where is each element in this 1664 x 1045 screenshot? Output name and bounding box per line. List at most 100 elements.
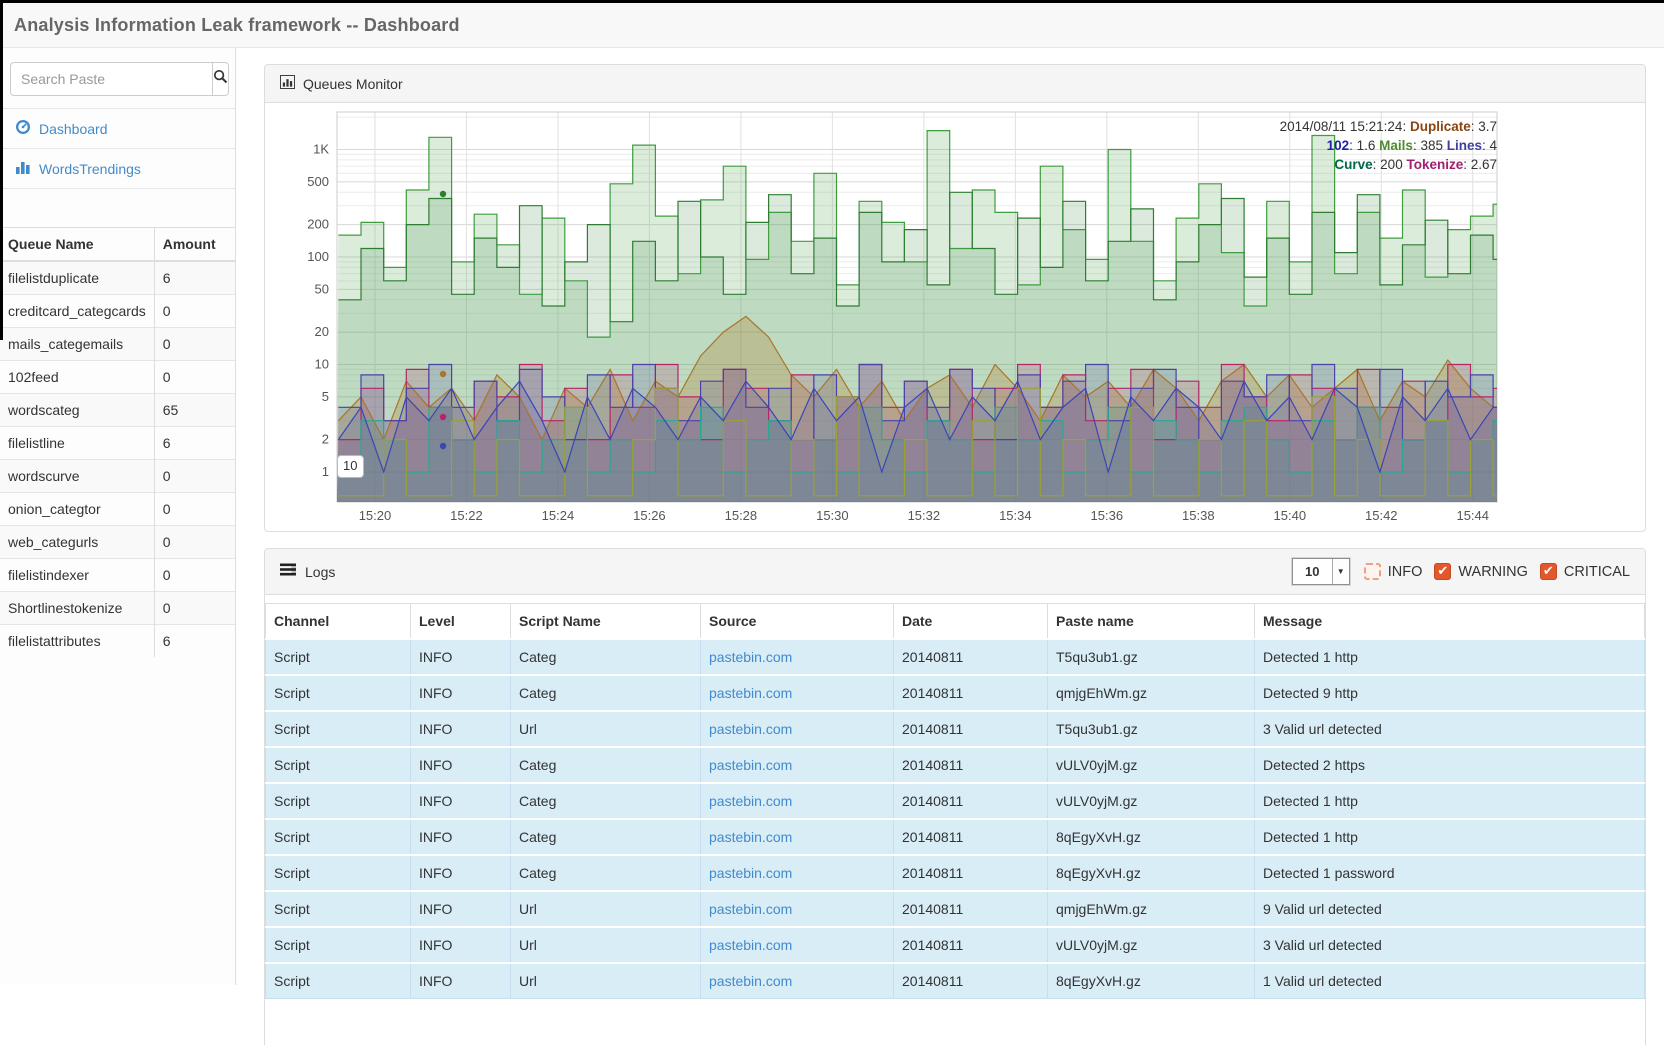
sidebar-item-dashboard[interactable]: Dashboard: [0, 109, 235, 149]
source-link[interactable]: pastebin.com: [709, 901, 792, 917]
svg-text:100: 100: [307, 249, 329, 264]
queue-row: filelistattributes6: [0, 625, 235, 658]
queue-name-cell: wordscateg: [0, 394, 154, 427]
queue-row: creditcard_categcards0: [0, 295, 235, 328]
queue-name-cell: wordscurve: [0, 460, 154, 493]
svg-text:5: 5: [322, 389, 329, 404]
log-cell: 20140811: [894, 675, 1048, 711]
queue-amount-cell: 6: [154, 427, 235, 460]
log-cell: 8qEgyXvH.gz: [1048, 819, 1255, 855]
log-row: ScriptINFOCategpastebin.com201408118qEgy…: [266, 855, 1645, 891]
queue-row: 102feed0: [0, 361, 235, 394]
log-column-header: Source: [701, 604, 894, 640]
log-row: ScriptINFOCategpastebin.com201408118qEgy…: [266, 819, 1645, 855]
queue-amount-cell: 0: [154, 526, 235, 559]
log-cell: Script: [266, 747, 411, 783]
queue-amount-cell: 0: [154, 559, 235, 592]
log-cell: INFO: [411, 783, 511, 819]
chart-legend-segment: Mails: [1379, 138, 1413, 153]
source-link[interactable]: pastebin.com: [709, 721, 792, 737]
chart-legend-segment: 2014/08/11 15:21:24:: [1280, 119, 1410, 134]
log-cell: Script: [266, 783, 411, 819]
logs-table-wrap: ChannelLevelScript NameSourceDatePaste n…: [265, 595, 1645, 1045]
log-cell: 20140811: [894, 855, 1048, 891]
search-button[interactable]: [212, 62, 229, 96]
chart-legend-line: 102: 1.6 Mails: 385 Lines: 4: [1280, 136, 1497, 155]
logs-table: ChannelLevelScript NameSourceDatePaste n…: [265, 603, 1645, 999]
source-link[interactable]: pastebin.com: [709, 649, 792, 665]
queue-name-cell: onion_categtor: [0, 493, 154, 526]
queue-amount-cell: 0: [154, 493, 235, 526]
queue-row: filelistindexer0: [0, 559, 235, 592]
source-link[interactable]: pastebin.com: [709, 937, 792, 953]
log-cell: Script: [266, 927, 411, 963]
svg-text:15:32: 15:32: [908, 508, 941, 523]
log-cell: INFO: [411, 819, 511, 855]
log-source-cell: pastebin.com: [701, 675, 894, 711]
log-cell: 20140811: [894, 927, 1048, 963]
log-source-cell: pastebin.com: [701, 639, 894, 675]
queue-amount-cell: 0: [154, 361, 235, 394]
queues-monitor-title: Queues Monitor: [303, 76, 403, 92]
log-cell: Categ: [511, 783, 701, 819]
queue-row: wordscurve0: [0, 460, 235, 493]
log-cell: Categ: [511, 675, 701, 711]
source-link[interactable]: pastebin.com: [709, 793, 792, 809]
warning-filter-checkbox[interactable]: [1434, 563, 1451, 580]
chart-tooltip: 10: [337, 455, 364, 478]
queue-amount-cell: 0: [154, 592, 235, 625]
chart-legend-segment: : 385: [1413, 138, 1447, 153]
queue-name-cell: filelistattributes: [0, 625, 154, 658]
chart-legend-line: Curve: 200 Tokenize: 2.67: [1280, 155, 1497, 174]
queue-amount-cell: 6: [154, 261, 235, 295]
svg-text:15:36: 15:36: [1091, 508, 1124, 523]
log-cell: Script: [266, 855, 411, 891]
queue-name-cell: filelistduplicate: [0, 261, 154, 295]
info-filter-checkbox[interactable]: [1364, 563, 1381, 580]
sidebar: Dashboard WordsTrendings Queue Name Amou…: [0, 48, 236, 985]
log-cell: 20140811: [894, 639, 1048, 675]
queue-row: Shortlinestokenize0: [0, 592, 235, 625]
info-filter-label: INFO: [1388, 564, 1423, 580]
queue-amount-cell: 0: [154, 460, 235, 493]
log-cell: Url: [511, 711, 701, 747]
log-column-header: Level: [411, 604, 511, 640]
log-cell: Url: [511, 891, 701, 927]
warning-filter-label: WARNING: [1458, 564, 1528, 580]
log-cell: Categ: [511, 747, 701, 783]
queue-amount-cell: 65: [154, 394, 235, 427]
log-cell: INFO: [411, 963, 511, 999]
source-link[interactable]: pastebin.com: [709, 829, 792, 845]
source-link[interactable]: pastebin.com: [709, 973, 792, 989]
source-link[interactable]: pastebin.com: [709, 757, 792, 773]
log-cell: Categ: [511, 639, 701, 675]
svg-text:50: 50: [315, 281, 329, 296]
svg-text:15:28: 15:28: [725, 508, 758, 523]
source-link[interactable]: pastebin.com: [709, 685, 792, 701]
queue-name-cell: Shortlinestokenize: [0, 592, 154, 625]
queue-name-header: Queue Name: [0, 228, 154, 262]
sidebar-item-wordstrendings[interactable]: WordsTrendings: [0, 149, 235, 189]
search-paste-group: [10, 62, 225, 96]
queues-monitor-panel: Queues Monitor 1K50020010050201052115:20…: [264, 64, 1646, 532]
queues-monitor-chart-body: 1K50020010050201052115:2015:2215:2415:26…: [265, 103, 1645, 531]
page-size-select[interactable]: 10 ▼: [1292, 558, 1350, 585]
main-content: Queues Monitor 1K50020010050201052115:20…: [250, 48, 1664, 1045]
critical-filter-checkbox[interactable]: [1540, 563, 1557, 580]
log-cell: INFO: [411, 855, 511, 891]
log-level-filters: INFOWARNINGCRITICAL: [1356, 563, 1630, 580]
log-column-header: Message: [1255, 604, 1645, 640]
queue-name-cell: mails_categemails: [0, 328, 154, 361]
chart-legend-segment: Tokenize: [1406, 157, 1463, 172]
source-link[interactable]: pastebin.com: [709, 865, 792, 881]
svg-text:15:42: 15:42: [1365, 508, 1398, 523]
chart-legend-segment: Curve: [1334, 157, 1372, 172]
queue-amount-cell: 0: [154, 328, 235, 361]
svg-text:1K: 1K: [313, 142, 329, 157]
log-source-cell: pastebin.com: [701, 711, 894, 747]
dashboard-page: Analysis Information Leak framework -- D…: [0, 0, 1664, 1045]
search-paste-input[interactable]: [10, 62, 212, 96]
log-cell: INFO: [411, 639, 511, 675]
top-navbar: Analysis Information Leak framework -- D…: [0, 3, 1664, 48]
log-cell: qmjgEhWm.gz: [1048, 891, 1255, 927]
